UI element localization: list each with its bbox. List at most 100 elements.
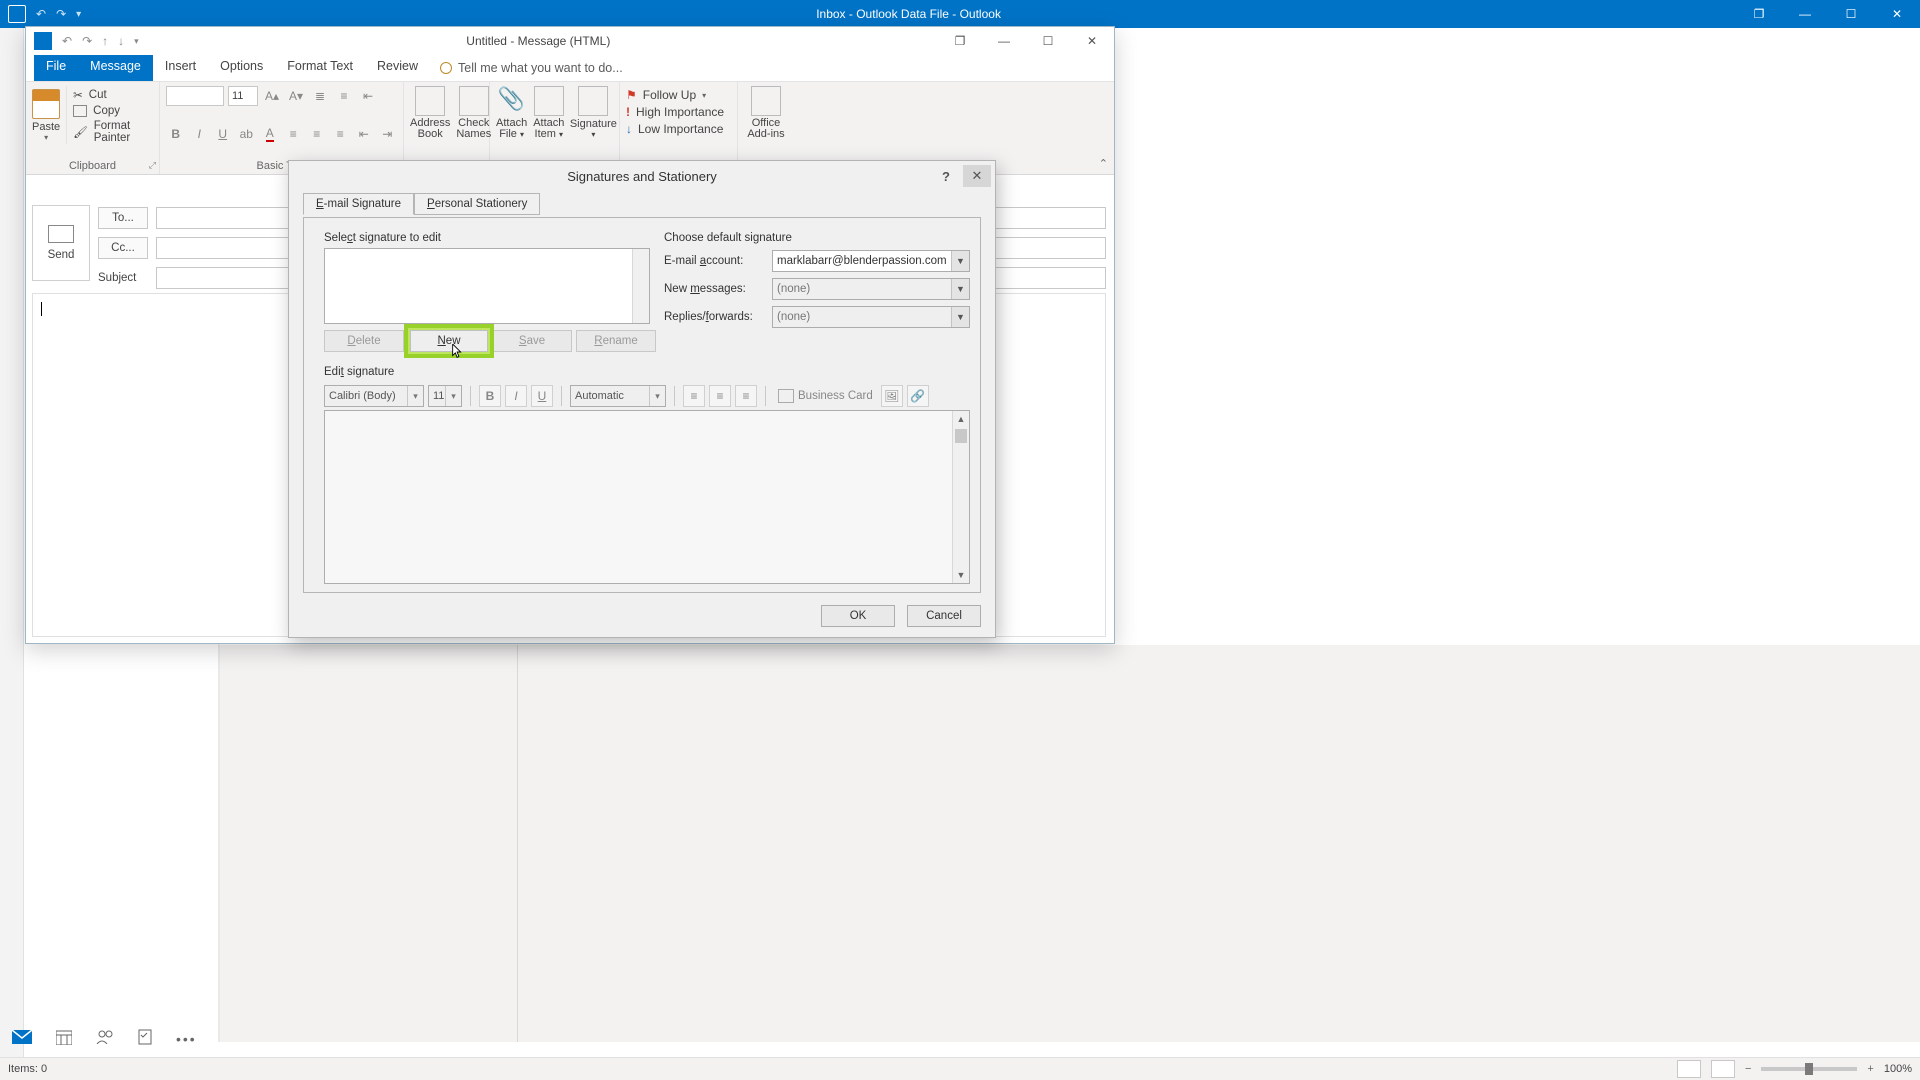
shrink-font-icon[interactable]: A▾ [286,86,306,106]
attach-item-button[interactable]: AttachItem ▾ [533,86,564,140]
bold-icon[interactable]: B [166,124,186,144]
new-messages-combo[interactable]: (none)▼ [772,278,970,300]
window-maximize-icon[interactable]: ☐ [1828,0,1874,28]
underline-icon[interactable]: U [213,124,233,144]
pane-divider[interactable] [517,645,518,1042]
redo-icon[interactable]: ↷ [82,34,92,48]
bullets-icon[interactable]: ≣ [310,86,330,106]
people-icon[interactable] [96,1030,114,1049]
check-names-button[interactable]: Check Names [456,86,491,140]
tab-personal-stationery[interactable]: Personal Stationery [414,193,540,215]
zoom-in-icon[interactable]: + [1867,1063,1873,1075]
tab-options[interactable]: Options [208,55,275,81]
msg-maximize-icon[interactable]: ☐ [1026,27,1070,55]
cancel-button[interactable]: Cancel [907,605,981,627]
font-color-icon[interactable]: A [260,124,280,144]
delete-button[interactable]: Delete [324,330,404,352]
indent-right-icon[interactable]: ⇥ [378,124,398,144]
format-painter-button[interactable]: 🖌Format Painter [73,120,153,144]
numbering-icon[interactable]: ≡ [334,86,354,106]
new-button[interactable]: New [410,330,488,352]
tab-insert[interactable]: Insert [153,55,208,81]
font-family-combo[interactable] [166,86,224,106]
align-right-icon[interactable]: ≡ [331,124,351,144]
signature-editor[interactable]: ▲ ▼ [324,410,970,584]
signature-list[interactable] [324,248,650,324]
mail-icon[interactable] [12,1030,32,1049]
scroll-up-icon[interactable]: ▲ [953,411,969,427]
insert-picture-button[interactable]: 🖼 [881,385,903,407]
prev-icon[interactable]: ↑ [102,34,108,48]
to-button[interactable]: To... [98,207,148,229]
window-close-icon[interactable]: ✕ [1874,0,1920,28]
rename-button[interactable]: Rename [576,330,656,352]
clipboard-launcher-icon[interactable]: ⤢ [149,160,156,171]
scroll-down-icon[interactable]: ▼ [953,567,969,583]
align-right-button[interactable]: ≡ [735,385,757,407]
outdent-icon[interactable]: ⇤ [358,86,378,106]
msg-resize-icon[interactable]: ❐ [938,27,982,55]
font-family-combo[interactable]: Calibri (Body)▾ [324,385,424,407]
tab-review[interactable]: Review [365,55,430,81]
font-size-combo[interactable]: 11▾ [428,385,462,407]
view-normal-icon[interactable] [1677,1060,1701,1078]
tell-me[interactable]: Tell me what you want to do... [430,55,623,81]
tasks-icon[interactable] [138,1029,152,1050]
follow-up-button[interactable]: ⚑Follow Up▾ [626,88,731,102]
replies-forwards-combo[interactable]: (none)▼ [772,306,970,328]
undo-icon[interactable]: ↶ [62,34,72,48]
email-account-combo[interactable]: marklabarr@blenderpassion.com▼ [772,250,970,272]
calendar-icon[interactable] [56,1029,72,1050]
italic-icon[interactable]: I [190,124,210,144]
address-book-button[interactable]: Address Book [410,86,450,140]
signature-button[interactable]: Signature▾ [570,86,616,140]
zoom-out-icon[interactable]: − [1745,1063,1751,1075]
low-importance-button[interactable]: ↓Low Importance [626,122,731,136]
save-icon[interactable] [34,32,52,50]
indent-left-icon[interactable]: ⇤ [354,124,374,144]
align-left-icon[interactable]: ≡ [284,124,304,144]
office-addins-button[interactable]: OfficeAdd-ins [744,86,788,140]
tab-file[interactable]: File [34,55,78,81]
qat-redo-icon[interactable]: ↷ [56,7,66,21]
align-left-button[interactable]: ≡ [683,385,705,407]
next-icon[interactable]: ↓ [118,34,124,48]
dialog-close-icon[interactable]: ✕ [963,165,991,187]
cut-button[interactable]: ✂Cut [73,88,153,102]
msg-close-icon[interactable]: ✕ [1070,27,1114,55]
tab-message[interactable]: Message [78,55,153,81]
business-card-button[interactable]: Business Card [774,385,877,407]
ribbon-collapse-icon[interactable]: ⌃ [1099,157,1108,170]
grow-font-icon[interactable]: A▴ [262,86,282,106]
send-button[interactable]: Send [32,205,90,281]
high-importance-button[interactable]: !High Importance [626,105,731,119]
copy-button[interactable]: Copy [73,105,153,117]
font-color-combo[interactable]: Automatic▾ [570,385,666,407]
cc-button[interactable]: Cc... [98,237,148,259]
siglist-scrollbar[interactable] [632,249,649,323]
window-restore-icon[interactable]: ❐ [1736,0,1782,28]
attach-file-button[interactable]: 📎AttachFile ▾ [496,86,527,140]
tab-format-text[interactable]: Format Text [275,55,365,81]
tab-email-signature[interactable]: E-mail Signature [303,193,414,215]
window-minimize-icon[interactable]: — [1782,0,1828,28]
align-center-icon[interactable]: ≡ [307,124,327,144]
font-size-combo[interactable]: 11 [228,86,258,106]
paste-button[interactable]: Paste ▾ [32,86,67,144]
msg-minimize-icon[interactable]: — [982,27,1026,55]
italic-button[interactable]: I [505,385,527,407]
qat-undo-icon[interactable]: ↶ [36,7,46,21]
view-reading-icon[interactable] [1711,1060,1735,1078]
bold-button[interactable]: B [479,385,501,407]
zoom-slider[interactable] [1761,1067,1857,1071]
underline-button[interactable]: U [531,385,553,407]
help-icon[interactable]: ? [933,165,959,187]
save-button[interactable]: Save [492,330,572,352]
insert-hyperlink-button[interactable]: 🔗 [907,385,929,407]
ok-button[interactable]: OK [821,605,895,627]
scroll-thumb[interactable] [955,429,967,443]
more-icon[interactable]: ••• [176,1031,197,1047]
align-center-button[interactable]: ≡ [709,385,731,407]
editor-scrollbar[interactable]: ▲ ▼ [952,411,969,583]
highlight-icon[interactable]: ab [237,124,257,144]
